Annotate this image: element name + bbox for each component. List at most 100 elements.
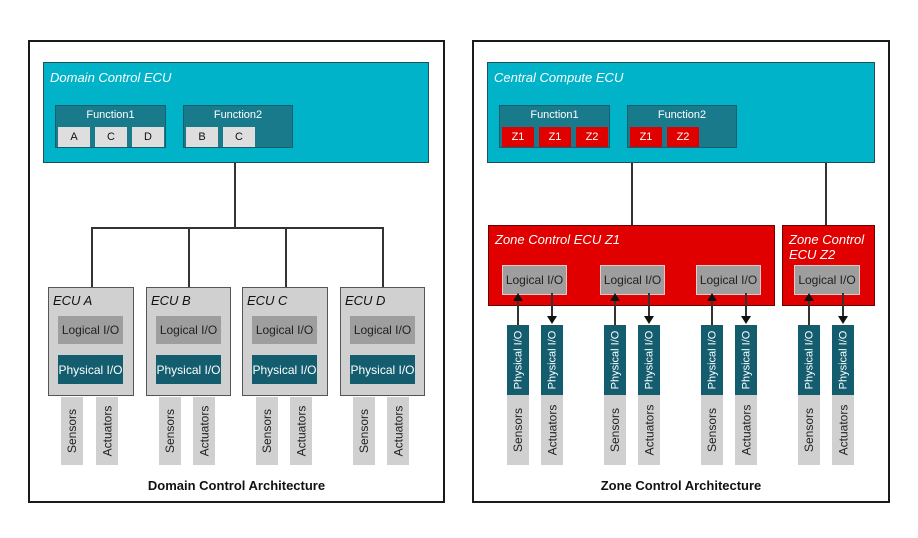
zone-control-ecu-z1: Zone Control ECU Z1 Logical I/O Logical … bbox=[488, 225, 775, 306]
sensors-label: Sensors bbox=[65, 408, 79, 454]
actuators-label: Actuators bbox=[836, 404, 851, 456]
connector-line bbox=[234, 163, 236, 227]
physical-io: Physical I/O bbox=[507, 325, 529, 395]
actuators-label: Actuators bbox=[739, 404, 754, 456]
connector-line bbox=[91, 227, 93, 287]
arrow-up-icon bbox=[513, 293, 523, 301]
physical-io: Physical I/O bbox=[541, 325, 563, 395]
logical-io: Logical I/O bbox=[350, 316, 415, 344]
function-cell: Z2 bbox=[667, 127, 699, 147]
sensors-stub: Sensors bbox=[353, 397, 375, 465]
function2-label: Function2 bbox=[657, 109, 707, 121]
logical-io: Logical I/O bbox=[696, 265, 761, 295]
zone-caption: Zone Control Architecture bbox=[600, 478, 762, 493]
domain-control-ecu: Domain Control ECU Function1 A C D Funct… bbox=[43, 62, 429, 163]
physical-io-label: Physical I/O bbox=[512, 330, 524, 390]
sensors-label: Sensors bbox=[511, 407, 525, 453]
ecu-c: ECU C Logical I/O Physical I/O bbox=[242, 287, 328, 396]
connector-line bbox=[711, 300, 713, 325]
sensors-label: Sensors bbox=[705, 407, 719, 453]
arrow-up-icon bbox=[804, 293, 814, 301]
physical-io: Physical I/O bbox=[350, 355, 415, 384]
function1-box: Function1 Z1 Z1 Z2 bbox=[499, 105, 610, 148]
sensors-stub: Sensors bbox=[159, 397, 181, 465]
logical-io: Logical I/O bbox=[252, 316, 317, 344]
arrow-down-icon bbox=[547, 316, 557, 324]
logical-io: Logical I/O bbox=[600, 265, 665, 295]
physical-io: Physical I/O bbox=[638, 325, 660, 395]
arrow-down-icon bbox=[644, 316, 654, 324]
ecu-title: ECU A bbox=[53, 293, 93, 308]
sensors-stub: Sensors bbox=[507, 395, 529, 465]
function-cell: C bbox=[95, 127, 127, 147]
actuators-stub: Actuators bbox=[290, 397, 312, 465]
function-cell: A bbox=[58, 127, 90, 147]
ecu-title: ECU D bbox=[345, 293, 386, 308]
actuators-label: Actuators bbox=[294, 405, 309, 457]
ecu-b: ECU B Logical I/O Physical I/O bbox=[146, 287, 231, 396]
physical-io: Physical I/O bbox=[832, 325, 854, 395]
actuators-label: Actuators bbox=[545, 404, 560, 456]
function1-box: Function1 A C D bbox=[55, 105, 166, 148]
connector-line bbox=[91, 227, 384, 229]
physical-io: Physical I/O bbox=[701, 325, 723, 395]
physical-io-label: Physical I/O bbox=[643, 330, 655, 390]
physical-io-label: Physical I/O bbox=[609, 330, 621, 390]
arrow-up-icon bbox=[707, 293, 717, 301]
zone-z2-title-line2: ECU Z2 bbox=[789, 247, 836, 262]
physical-io: Physical I/O bbox=[58, 355, 123, 384]
sensors-stub: Sensors bbox=[701, 395, 723, 465]
function1-label: Function1 bbox=[86, 109, 135, 121]
function-cell: Z1 bbox=[502, 127, 534, 147]
sensors-label: Sensors bbox=[260, 408, 274, 454]
actuators-stub: Actuators bbox=[96, 397, 118, 465]
physical-io: Physical I/O bbox=[604, 325, 626, 395]
actuators-stub: Actuators bbox=[638, 395, 660, 465]
function-cell: D bbox=[132, 127, 164, 147]
function-cell: Z2 bbox=[576, 127, 608, 147]
connector-line bbox=[808, 300, 810, 325]
logical-io: Logical I/O bbox=[156, 316, 221, 344]
arrow-down-icon bbox=[741, 316, 751, 324]
actuators-stub: Actuators bbox=[387, 397, 409, 465]
connector-line bbox=[551, 293, 553, 317]
function-cell: B bbox=[186, 127, 218, 147]
central-compute-ecu: Central Compute ECU Function1 Z1 Z1 Z2 F… bbox=[487, 62, 875, 163]
sensors-stub: Sensors bbox=[61, 397, 83, 465]
physical-io-label: Physical I/O bbox=[546, 330, 558, 390]
connector-line bbox=[382, 227, 384, 287]
function2-box: Function2 Z1 Z2 bbox=[627, 105, 737, 148]
zone-z1-title: Zone Control ECU Z1 bbox=[495, 232, 620, 247]
physical-io-label: Physical I/O bbox=[803, 330, 815, 390]
sensors-label: Sensors bbox=[163, 408, 177, 454]
actuators-stub: Actuators bbox=[832, 395, 854, 465]
connector-line bbox=[648, 293, 650, 317]
function1-label: Function1 bbox=[530, 109, 579, 121]
function2-label: Function2 bbox=[213, 109, 263, 121]
function-cell: C bbox=[223, 127, 255, 147]
actuators-label: Actuators bbox=[197, 405, 212, 457]
connector-line bbox=[825, 163, 827, 225]
physical-io: Physical I/O bbox=[252, 355, 317, 384]
function-cell: Z1 bbox=[539, 127, 571, 147]
function2-box: Function2 B C bbox=[183, 105, 293, 148]
physical-io: Physical I/O bbox=[735, 325, 757, 395]
actuators-stub: Actuators bbox=[735, 395, 757, 465]
connector-line bbox=[188, 227, 190, 287]
physical-io-label: Physical I/O bbox=[837, 330, 849, 390]
ecu-d: ECU D Logical I/O Physical I/O bbox=[340, 287, 425, 396]
connector-line bbox=[745, 293, 747, 317]
actuators-label: Actuators bbox=[642, 404, 657, 456]
ecu-a: ECU A Logical I/O Physical I/O bbox=[48, 287, 134, 396]
sensors-stub: Sensors bbox=[798, 395, 820, 465]
actuators-stub: Actuators bbox=[193, 397, 215, 465]
sensors-stub: Sensors bbox=[256, 397, 278, 465]
logical-io: Logical I/O bbox=[794, 265, 860, 295]
actuators-label: Actuators bbox=[391, 405, 406, 457]
physical-io: Physical I/O bbox=[156, 355, 221, 384]
connector-line bbox=[614, 300, 616, 325]
logical-io: Logical I/O bbox=[502, 265, 567, 295]
zone-z2-title-line1: Zone Control bbox=[789, 232, 865, 247]
zone-control-ecu-z2: Zone Control ECU Z2 Logical I/O bbox=[782, 225, 875, 306]
connector-line bbox=[631, 163, 633, 225]
